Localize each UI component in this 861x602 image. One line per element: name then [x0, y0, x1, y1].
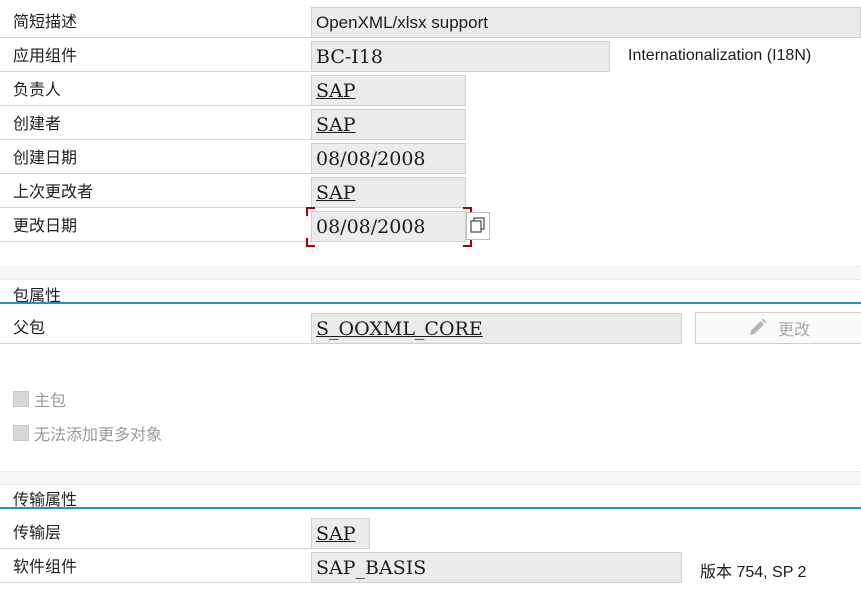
section-divider: [0, 302, 861, 304]
release-value: 754, SP 2: [736, 564, 807, 581]
focus-corner-bl: [306, 238, 315, 247]
software-comp-label: 软件组件: [13, 557, 78, 576]
changed-on-label: 更改日期: [13, 216, 78, 235]
software-comp-field[interactable]: SAP_BASIS: [311, 552, 682, 583]
row-divider: [0, 582, 312, 583]
short-desc-label: 简短描述: [13, 12, 78, 31]
main-package-checkbox[interactable]: [13, 391, 29, 407]
change-button-label: 更改: [778, 320, 811, 339]
row-divider: [0, 105, 312, 106]
transport-layer-label: 传输层: [13, 523, 62, 542]
row-divider: [0, 241, 312, 242]
short-desc-field[interactable]: OpenXML/xlsx support: [311, 7, 861, 38]
app-comp-field[interactable]: BC-I18: [311, 41, 610, 72]
responsible-field[interactable]: SAP: [311, 75, 466, 106]
section-gap: [0, 471, 861, 485]
pencil-icon: [750, 318, 767, 335]
last-changed-by-field[interactable]: SAP: [311, 177, 466, 208]
row-divider: [0, 207, 312, 208]
row-divider: [0, 343, 312, 344]
release-prefix: 版本: [700, 564, 733, 581]
row-divider: [0, 173, 312, 174]
no-more-objects-checkbox-row[interactable]: 无法添加更多对象: [13, 421, 162, 445]
responsible-label: 负责人: [13, 80, 62, 99]
created-by-field[interactable]: SAP: [311, 109, 466, 140]
change-button[interactable]: 更改: [695, 312, 861, 344]
section-divider: [0, 507, 861, 509]
copy-button[interactable]: [466, 212, 490, 240]
no-more-objects-label: 无法添加更多对象: [34, 425, 163, 444]
row-divider: [0, 37, 312, 38]
row-divider: [0, 139, 312, 140]
section-gap: [0, 266, 861, 280]
app-comp-label: 应用组件: [13, 46, 78, 65]
no-more-objects-checkbox[interactable]: [13, 425, 29, 441]
created-by-label: 创建者: [13, 114, 62, 133]
created-on-label: 创建日期: [13, 148, 78, 167]
responsible-value[interactable]: SAP: [316, 80, 356, 102]
app-comp-description: Internationalization (I18N): [628, 47, 812, 64]
release-info: 版本 754, SP 2: [700, 558, 806, 582]
last-changed-by-label: 上次更改者: [13, 182, 94, 201]
focus-corner-tl: [306, 207, 315, 216]
main-package-label: 主包: [34, 391, 67, 410]
row-divider: [0, 548, 312, 549]
row-divider: [0, 71, 312, 72]
changed-on-field[interactable]: 08/08/2008: [311, 211, 466, 242]
parent-package-label: 父包: [13, 318, 46, 337]
main-package-checkbox-row[interactable]: 主包: [13, 387, 66, 411]
parent-package-field[interactable]: S_OOXML_CORE: [311, 313, 682, 344]
copy-icon: [470, 217, 485, 233]
created-on-field[interactable]: 08/08/2008: [311, 143, 466, 174]
last-changed-by-value[interactable]: SAP: [316, 182, 356, 204]
created-by-value[interactable]: SAP: [316, 114, 356, 136]
transport-layer-field[interactable]: SAP: [311, 518, 370, 549]
transport-layer-value[interactable]: SAP: [316, 523, 356, 545]
parent-package-value[interactable]: S_OOXML_CORE: [316, 318, 483, 340]
